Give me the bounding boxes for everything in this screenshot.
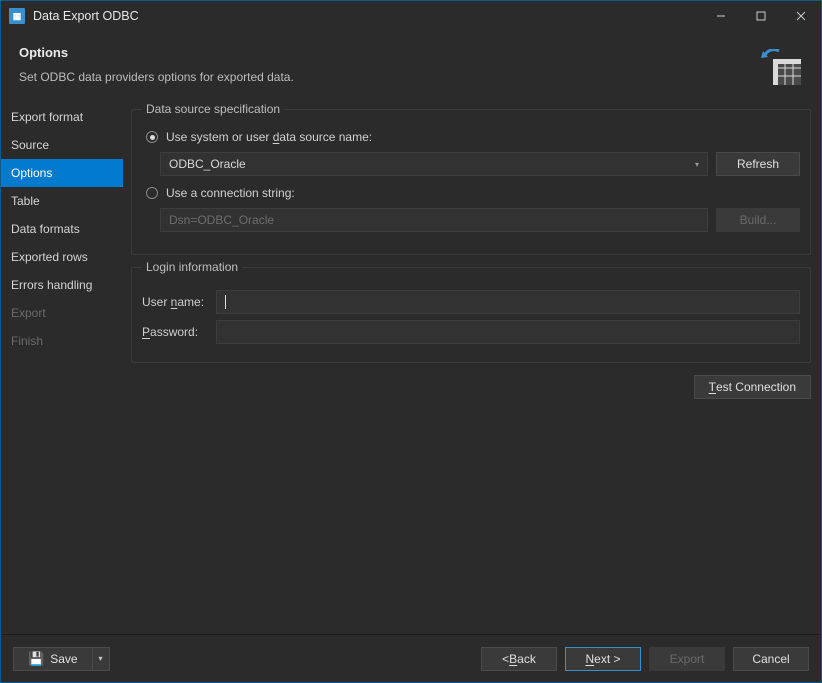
- page-title: Options: [19, 45, 294, 60]
- radio-use-connstring[interactable]: Use a connection string:: [146, 186, 800, 200]
- sidebar-item-table[interactable]: Table: [1, 187, 123, 215]
- cancel-button[interactable]: Cancel: [733, 647, 809, 671]
- header: Options Set ODBC data providers options …: [1, 31, 821, 103]
- minimize-button[interactable]: [709, 4, 733, 28]
- group-data-source: Data source specification Use system or …: [131, 109, 811, 255]
- group-data-source-legend: Data source specification: [142, 103, 284, 116]
- app-icon: ▦: [9, 8, 25, 24]
- dsn-combo-value: ODBC_Oracle: [169, 157, 246, 171]
- password-input[interactable]: [216, 320, 800, 344]
- window-controls: [709, 4, 813, 28]
- radio-use-connstring-label: Use a connection string:: [166, 186, 295, 200]
- sidebar-item-export-format[interactable]: Export format: [1, 103, 123, 131]
- chevron-down-icon: ▾: [695, 160, 699, 169]
- window-title: Data Export ODBC: [33, 9, 709, 23]
- save-button-label: Save: [50, 652, 77, 666]
- sidebar-item-data-formats[interactable]: Data formats: [1, 215, 123, 243]
- close-icon: [796, 11, 806, 21]
- radio-use-connstring-dot: [146, 187, 158, 199]
- username-row: User name:: [142, 290, 800, 314]
- save-dropdown-button[interactable]: ▾: [92, 647, 110, 671]
- test-row: Test Connection: [131, 375, 811, 399]
- main-panel: Data source specification Use system or …: [123, 103, 821, 634]
- save-split-button: 💾 Save ▾: [13, 647, 110, 671]
- next-button[interactable]: Next >: [565, 647, 641, 671]
- connstring-placeholder: Dsn=ODBC_Oracle: [169, 213, 274, 227]
- header-text: Options Set ODBC data providers options …: [19, 45, 294, 84]
- refresh-button[interactable]: Refresh: [716, 152, 800, 176]
- save-icon: 💾: [28, 651, 44, 667]
- group-login: Login information User name: Password:: [131, 267, 811, 363]
- sidebar-item-options[interactable]: Options: [1, 159, 123, 187]
- password-label: Password:: [142, 325, 208, 339]
- radio-use-dsn-label: Use system or user data source name:: [166, 130, 372, 144]
- username-label: User name:: [142, 295, 208, 309]
- save-button[interactable]: 💾 Save: [13, 647, 92, 671]
- build-button: Build...: [716, 208, 800, 232]
- page-description: Set ODBC data providers options for expo…: [19, 70, 294, 84]
- back-button[interactable]: < Back: [481, 647, 557, 671]
- radio-use-dsn-dot: [146, 131, 158, 143]
- close-button[interactable]: [789, 4, 813, 28]
- sidebar-item-finish: Finish: [1, 327, 123, 355]
- titlebar: ▦ Data Export ODBC: [1, 1, 821, 31]
- sidebar-item-errors-handling[interactable]: Errors handling: [1, 271, 123, 299]
- export-grid-icon: [761, 49, 801, 85]
- dsn-combo[interactable]: ODBC_Oracle ▾: [160, 152, 708, 176]
- radio-use-dsn[interactable]: Use system or user data source name:: [146, 130, 800, 144]
- body: Export format Source Options Table Data …: [1, 103, 821, 634]
- group-login-legend: Login information: [142, 260, 242, 274]
- maximize-icon: [756, 11, 766, 21]
- maximize-button[interactable]: [749, 4, 773, 28]
- export-button: Export: [649, 647, 725, 671]
- test-connection-button[interactable]: Test Connection: [694, 375, 811, 399]
- minimize-icon: [716, 11, 726, 21]
- sidebar: Export format Source Options Table Data …: [1, 103, 123, 634]
- password-row: Password:: [142, 320, 800, 344]
- dsn-row: ODBC_Oracle ▾ Refresh: [160, 152, 800, 176]
- sidebar-item-export: Export: [1, 299, 123, 327]
- footer: 💾 Save ▾ < Back Next > Export Cancel: [1, 634, 821, 682]
- sidebar-item-exported-rows[interactable]: Exported rows: [1, 243, 123, 271]
- window: ▦ Data Export ODBC Options Set ODBC data…: [0, 0, 822, 683]
- connstring-row: Dsn=ODBC_Oracle Build...: [160, 208, 800, 232]
- sidebar-item-source[interactable]: Source: [1, 131, 123, 159]
- connstring-input: Dsn=ODBC_Oracle: [160, 208, 708, 232]
- username-input[interactable]: [216, 290, 800, 314]
- text-caret: [225, 295, 226, 309]
